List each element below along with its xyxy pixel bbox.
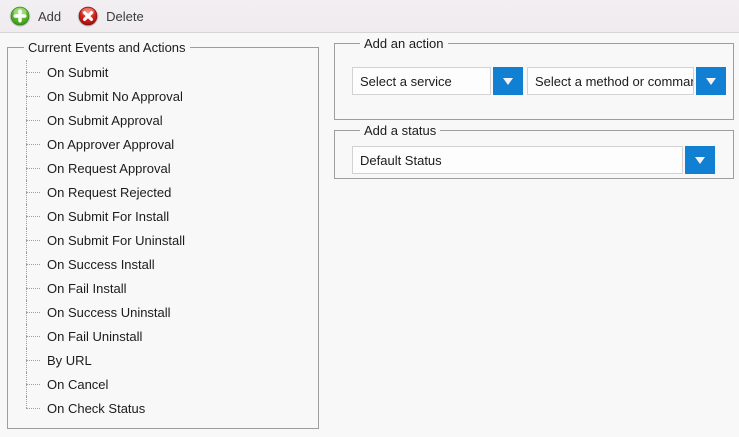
tree-item[interactable]: On Check Status [16,396,318,420]
service-dropdown-button[interactable] [493,67,523,95]
method-dropdown-button[interactable] [696,67,726,95]
events-groupbox-title: Current Events and Actions [24,40,190,55]
status-dropdown[interactable]: Default Status [352,146,715,174]
events-tree: On Submit On Submit No Approval On Submi… [16,60,318,420]
delete-button-label: Delete [106,9,144,24]
tree-item[interactable]: By URL [16,348,318,372]
tree-item-label: On Success Install [47,257,155,272]
tree-item[interactable]: On Request Approval [16,156,318,180]
status-dropdown-value[interactable]: Default Status [352,146,683,174]
tree-item[interactable]: On Request Rejected [16,180,318,204]
chevron-down-icon [503,78,513,85]
action-groupbox-title: Add an action [360,36,448,51]
chevron-down-icon [695,157,705,164]
tree-item-label: On Submit No Approval [47,89,183,104]
tree-item-label: On Submit For Uninstall [47,233,185,248]
service-dropdown-value[interactable]: Select a service [352,67,491,95]
events-groupbox: Current Events and Actions On Submit On … [7,40,319,429]
tree-item-label: On Submit For Install [47,209,169,224]
tree-item-label: On Request Approval [47,161,171,176]
tree-item-label: On Submit [47,65,108,80]
chevron-down-icon [706,78,716,85]
tree-item-label: On Cancel [47,377,108,392]
status-groupbox-title: Add a status [360,123,440,138]
tree-item-label: On Fail Install [47,281,126,296]
tree-item[interactable]: On Submit Approval [16,108,318,132]
tree-item-label: On Submit Approval [47,113,163,128]
tree-item[interactable]: On Fail Install [16,276,318,300]
delete-button[interactable]: Delete [69,1,152,32]
method-dropdown[interactable]: Select a method or command [523,67,726,95]
tree-item-label: On Check Status [47,401,145,416]
tree-item-label: On Approver Approval [47,137,174,152]
add-button-label: Add [38,9,61,24]
tree-item[interactable]: On Approver Approval [16,132,318,156]
tree-item[interactable]: On Fail Uninstall [16,324,318,348]
action-groupbox: Add an action Select a service Select a … [334,36,734,120]
tree-item[interactable]: On Success Uninstall [16,300,318,324]
add-button[interactable]: Add [1,1,69,32]
tree-item[interactable]: On Cancel [16,372,318,396]
toolbar: Add Delete [0,0,739,33]
tree-item-label: By URL [47,353,92,368]
delete-icon [77,5,99,27]
tree-item[interactable]: On Success Install [16,252,318,276]
status-dropdown-button[interactable] [685,146,715,174]
tree-item[interactable]: On Submit For Uninstall [16,228,318,252]
tree-item-label: On Request Rejected [47,185,171,200]
add-icon [9,5,31,27]
status-groupbox: Add a status Default Status [334,123,734,179]
method-dropdown-value[interactable]: Select a method or command [527,67,694,95]
tree-item[interactable]: On Submit For Install [16,204,318,228]
service-dropdown[interactable]: Select a service [352,67,523,95]
tree-item-label: On Fail Uninstall [47,329,142,344]
tree-item-label: On Success Uninstall [47,305,171,320]
tree-item[interactable]: On Submit No Approval [16,84,318,108]
tree-item[interactable]: On Submit [16,60,318,84]
